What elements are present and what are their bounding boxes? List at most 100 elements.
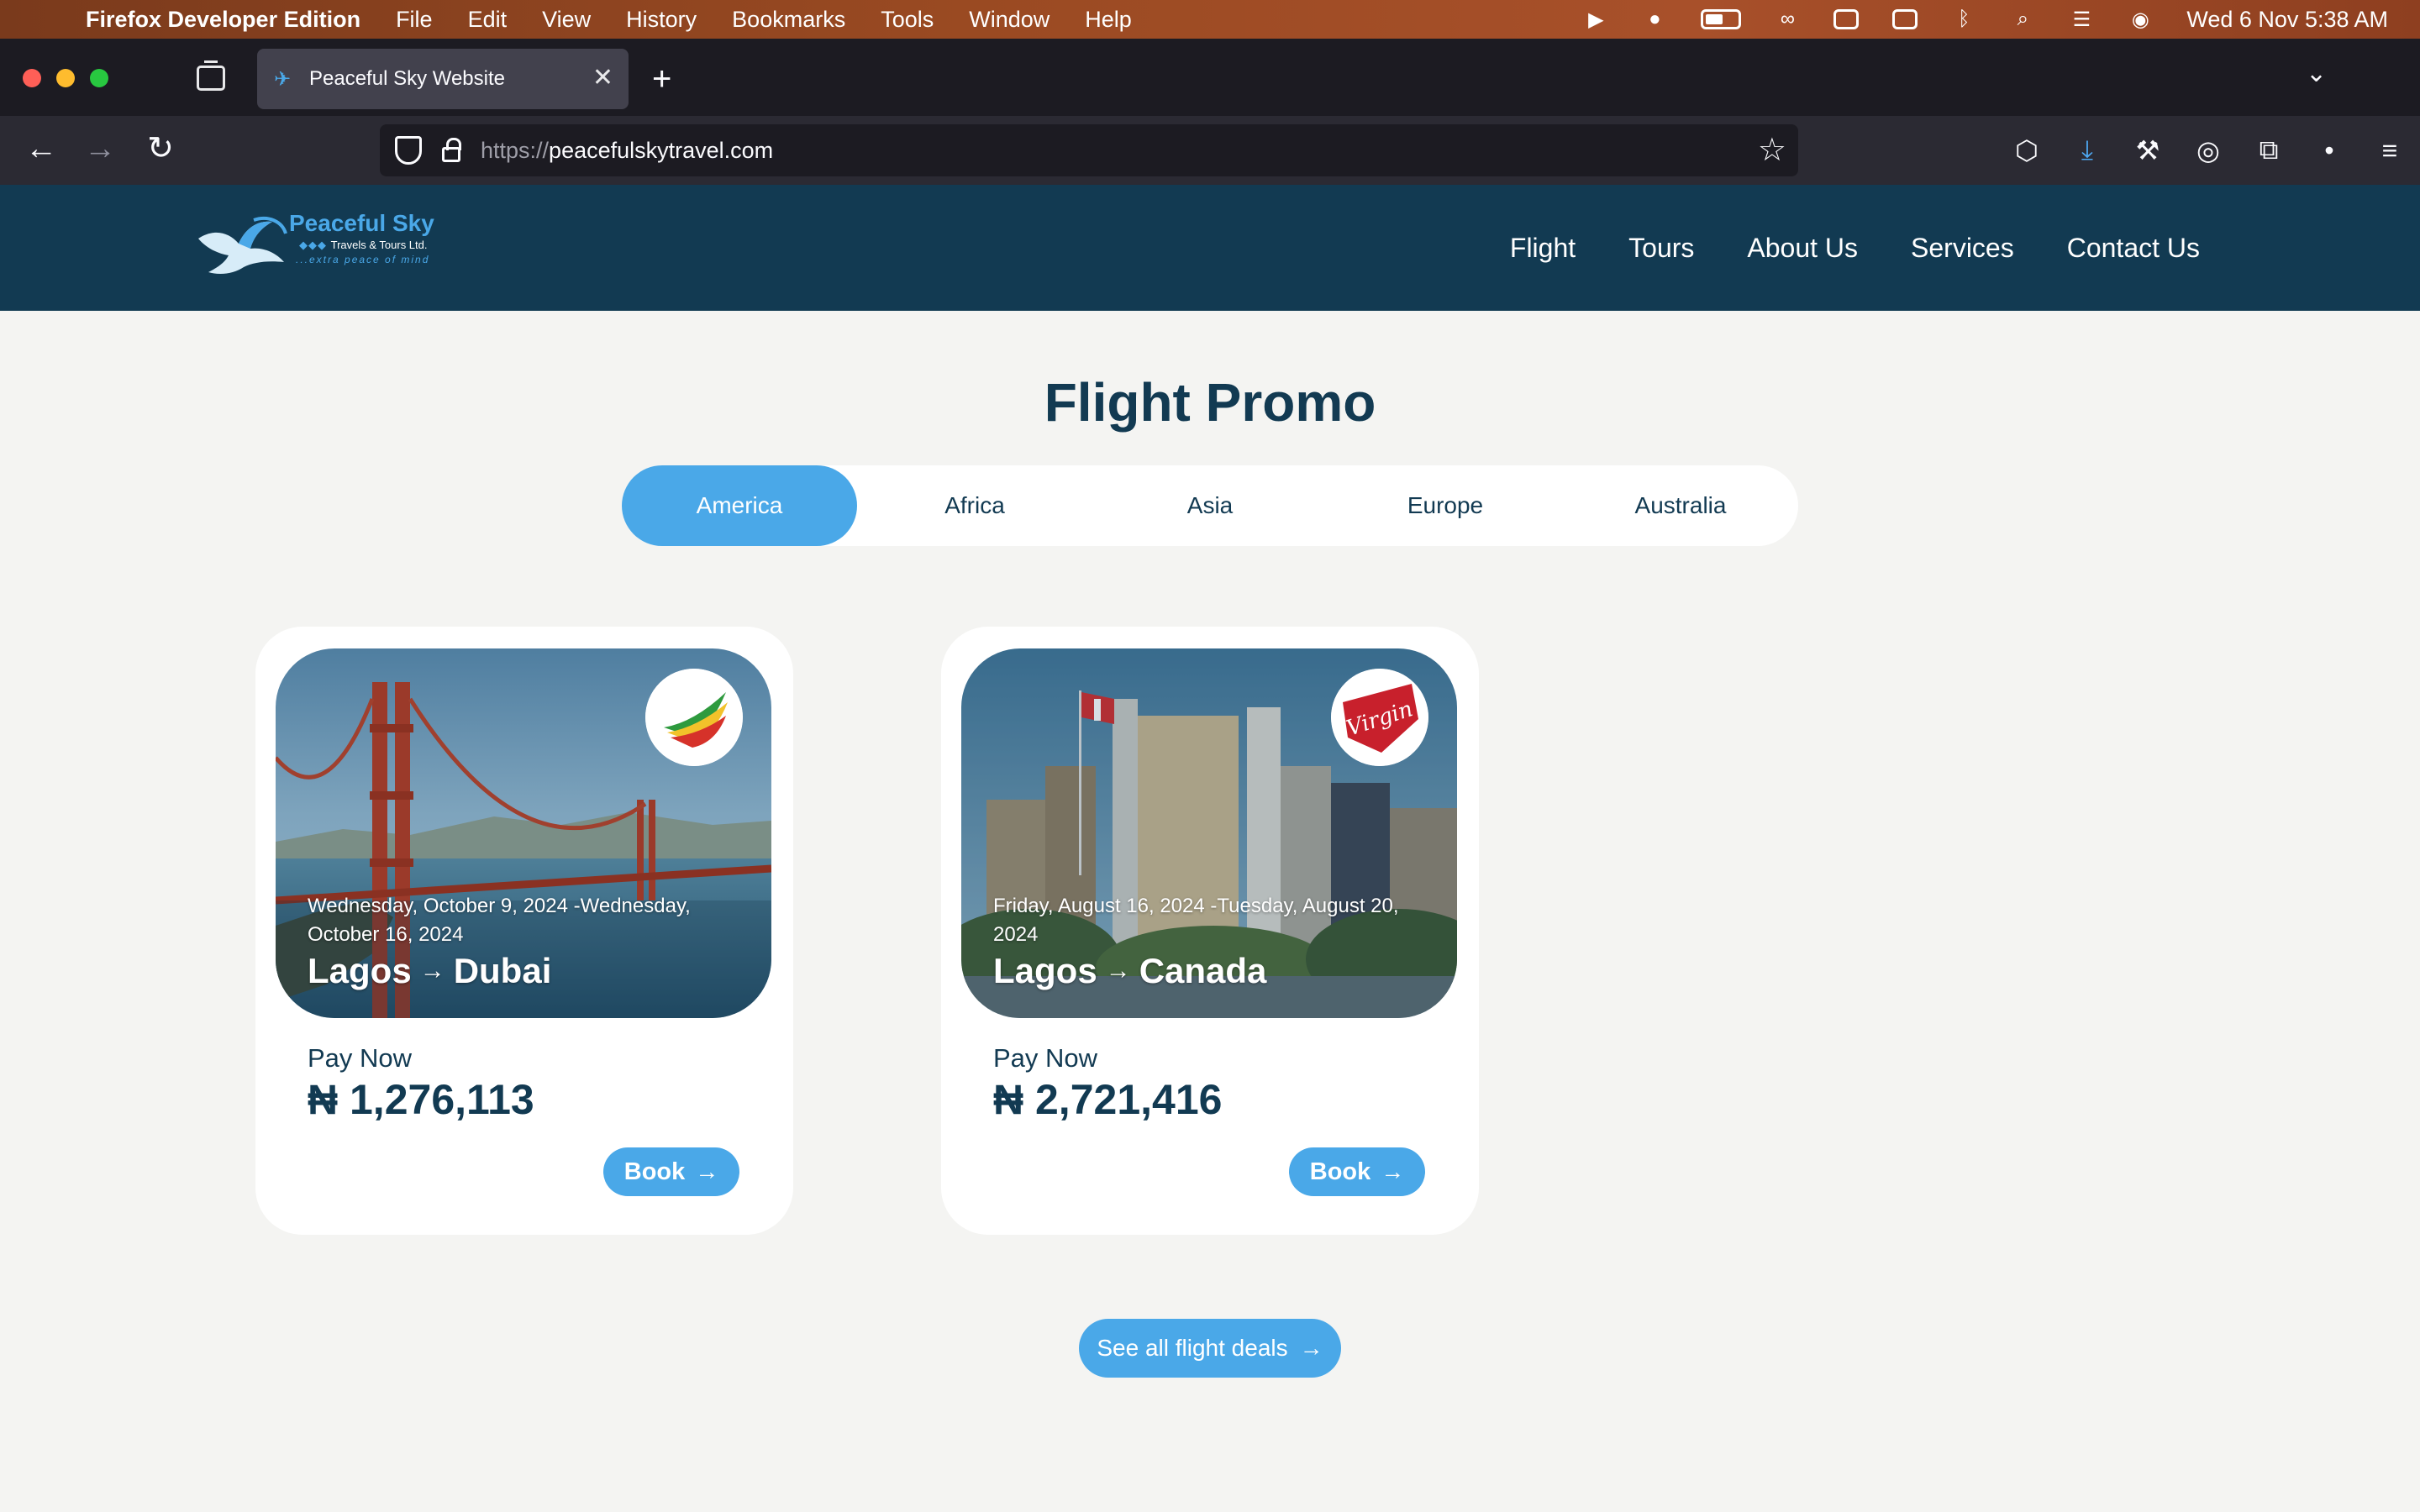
- book-button-label: Book: [623, 1158, 686, 1185]
- address-bar[interactable]: https://peacefulskytravel.com ☆: [380, 124, 1798, 176]
- downloads-icon[interactable]: ⤓: [2057, 134, 2118, 166]
- logo-title: Peaceful Sky: [289, 210, 434, 236]
- app-name-menu[interactable]: Firefox Developer Edition: [86, 7, 360, 33]
- bluetooth-icon[interactable]: ᛒ: [1951, 8, 1976, 30]
- browser-toolbar-icons: ⬡ ⤓ ⚒ ◎ ⧉ • ≡: [1996, 116, 2420, 185]
- tracking-protection-shield-icon[interactable]: [395, 136, 422, 165]
- flight-deal-card[interactable]: Virgin Friday, August 16, 2024 -Tuesday,…: [941, 627, 1479, 1235]
- extensions-icon[interactable]: ⧉: [2238, 134, 2299, 166]
- minimize-window-button[interactable]: [56, 69, 75, 87]
- forward-button[interactable]: →: [79, 128, 121, 170]
- firefox-view-icon[interactable]: [197, 60, 225, 91]
- airline-logo-icon: [645, 669, 743, 766]
- pay-now-label: Pay Now: [308, 1043, 413, 1073]
- menu-tools[interactable]: Tools: [881, 7, 934, 33]
- tab-africa[interactable]: Africa: [857, 465, 1092, 546]
- ethiopian-airlines-logo: [645, 669, 743, 766]
- peaceful-sky-logo[interactable]: Peaceful Sky ◆◆◆ Travels & Tours Ltd. ..…: [195, 208, 439, 284]
- app-status-icon[interactable]: ●: [1642, 8, 1667, 30]
- logo-tagline: ...extra peace of mind: [296, 254, 430, 265]
- travel-dates: Friday, August 16, 2024 -Tuesday, August…: [993, 895, 1399, 946]
- play-icon[interactable]: ▶: [1583, 8, 1608, 31]
- display-icon[interactable]: [1833, 9, 1860, 29]
- menu-help[interactable]: Help: [1085, 7, 1132, 33]
- new-tab-button[interactable]: +: [652, 60, 671, 97]
- menu-edit[interactable]: Edit: [468, 7, 508, 33]
- tab-america[interactable]: America: [622, 465, 857, 546]
- site-header: Peaceful Sky ◆◆◆ Travels & Tours Ltd. ..…: [0, 185, 2420, 311]
- reload-button[interactable]: ↻: [139, 128, 182, 170]
- menu-file[interactable]: File: [396, 7, 433, 33]
- see-all-label: See all flight deals: [1097, 1335, 1288, 1361]
- route-arrow-icon: →: [419, 957, 445, 984]
- battery-icon[interactable]: [1701, 9, 1742, 29]
- list-all-tabs-chevron-icon[interactable]: ⌄: [2306, 59, 2327, 88]
- logo-diamonds-icon: ◆◆◆: [299, 239, 331, 251]
- travel-dates: Wednesday, October 9, 2024 -Wednesday, O…: [308, 895, 691, 946]
- url-text[interactable]: https://peacefulskytravel.com: [481, 138, 773, 164]
- tab-australia[interactable]: Australia: [1563, 465, 1798, 546]
- price: ₦ 2,721,416: [993, 1076, 1223, 1123]
- pocket-icon[interactable]: ⬡: [1996, 134, 2057, 166]
- price: ₦ 1,276,113: [308, 1076, 534, 1123]
- lock-icon[interactable]: [442, 138, 461, 162]
- url-host: peacefulskytravel.com: [549, 137, 774, 163]
- siri-icon[interactable]: ◉: [2128, 8, 2153, 31]
- see-all-flight-deals-button[interactable]: See all flight deals →: [1079, 1319, 1341, 1378]
- menu-view[interactable]: View: [542, 7, 591, 33]
- site-navigation: Flight Tours About Us Services Contact U…: [1510, 185, 2200, 311]
- account-icon[interactable]: ◎: [2178, 134, 2238, 166]
- menu-bar-clock[interactable]: Wed 6 Nov 5:38 AM: [2186, 7, 2388, 33]
- destination-image-golden-gate: Wednesday, October 9, 2024 -Wednesday, O…: [276, 648, 771, 1018]
- tab-europe[interactable]: Europe: [1328, 465, 1563, 546]
- close-window-button[interactable]: [23, 69, 41, 87]
- menu-history[interactable]: History: [626, 7, 697, 33]
- close-tab-icon[interactable]: ✕: [592, 64, 613, 92]
- nav-flight[interactable]: Flight: [1510, 233, 1576, 264]
- region-tab-group: America Africa Asia Europe Australia: [622, 465, 1798, 546]
- url-protocol: https://: [481, 137, 550, 163]
- route-origin: Lagos: [993, 951, 1097, 990]
- route-origin: Lagos: [308, 951, 412, 990]
- link-icon[interactable]: ∞: [1775, 8, 1800, 30]
- route-destination: Dubai: [453, 951, 552, 990]
- pay-now-label: Pay Now: [993, 1043, 1098, 1073]
- book-button-label: Book: [1309, 1158, 1371, 1185]
- book-button[interactable]: Book →: [603, 1147, 739, 1196]
- route-destination: Canada: [1139, 951, 1267, 990]
- flight-deal-card[interactable]: Wednesday, October 9, 2024 -Wednesday, O…: [255, 627, 793, 1235]
- nav-services[interactable]: Services: [1911, 233, 2014, 264]
- menu-bookmarks[interactable]: Bookmarks: [732, 7, 845, 33]
- bookmark-star-icon[interactable]: ☆: [1758, 131, 1786, 169]
- virgin-airline-logo: Virgin: [1331, 669, 1428, 766]
- spotlight-search-icon[interactable]: ⌕: [2010, 8, 2035, 30]
- nav-contact-us[interactable]: Contact Us: [2067, 233, 2200, 264]
- developer-tools-wrench-icon[interactable]: ⚒: [2118, 134, 2178, 166]
- flight-promo-title: Flight Promo: [1044, 372, 1376, 433]
- arrow-right-icon: →: [1299, 1335, 1323, 1361]
- menu-window[interactable]: Window: [969, 7, 1050, 33]
- dove-logo-icon: [198, 217, 287, 274]
- back-button[interactable]: ←: [20, 128, 62, 170]
- keyboard-icon[interactable]: [1892, 9, 1918, 29]
- profile-icon[interactable]: •: [2299, 135, 2360, 166]
- macos-menu-bar: Firefox Developer Edition File Edit View…: [0, 0, 2420, 39]
- nav-tours[interactable]: Tours: [1628, 233, 1694, 264]
- tab-title: Peaceful Sky Website: [309, 67, 506, 90]
- arrow-right-icon: →: [1381, 1158, 1405, 1184]
- book-button[interactable]: Book →: [1289, 1147, 1425, 1196]
- browser-tab-active[interactable]: ✈ Peaceful Sky Website ✕: [257, 49, 629, 109]
- arrow-right-icon: →: [695, 1158, 719, 1184]
- hamburger-menu-icon[interactable]: ≡: [2360, 135, 2420, 166]
- logo-subtitle-text: Travels & Tours Ltd.: [330, 239, 428, 251]
- menu-bar-status-area: ▶ ● ∞ ᛒ ⌕ ☰ ◉ Wed 6 Nov 5:38 AM: [1583, 0, 2388, 39]
- control-center-icon[interactable]: ☰: [2069, 8, 2094, 31]
- route: Lagos → Dubai: [308, 951, 551, 991]
- logo-subtitle: ◆◆◆ Travels & Tours Ltd.: [299, 239, 428, 252]
- nav-about-us[interactable]: About Us: [1747, 233, 1858, 264]
- route-arrow-icon: →: [1105, 957, 1131, 984]
- bird-favicon-icon: ✈: [274, 67, 292, 91]
- tab-asia[interactable]: Asia: [1092, 465, 1328, 546]
- zoom-window-button[interactable]: [90, 69, 108, 87]
- browser-navigation-bar: ← → ↻ https://peacefulskytravel.com ☆ ⬡ …: [0, 116, 2420, 185]
